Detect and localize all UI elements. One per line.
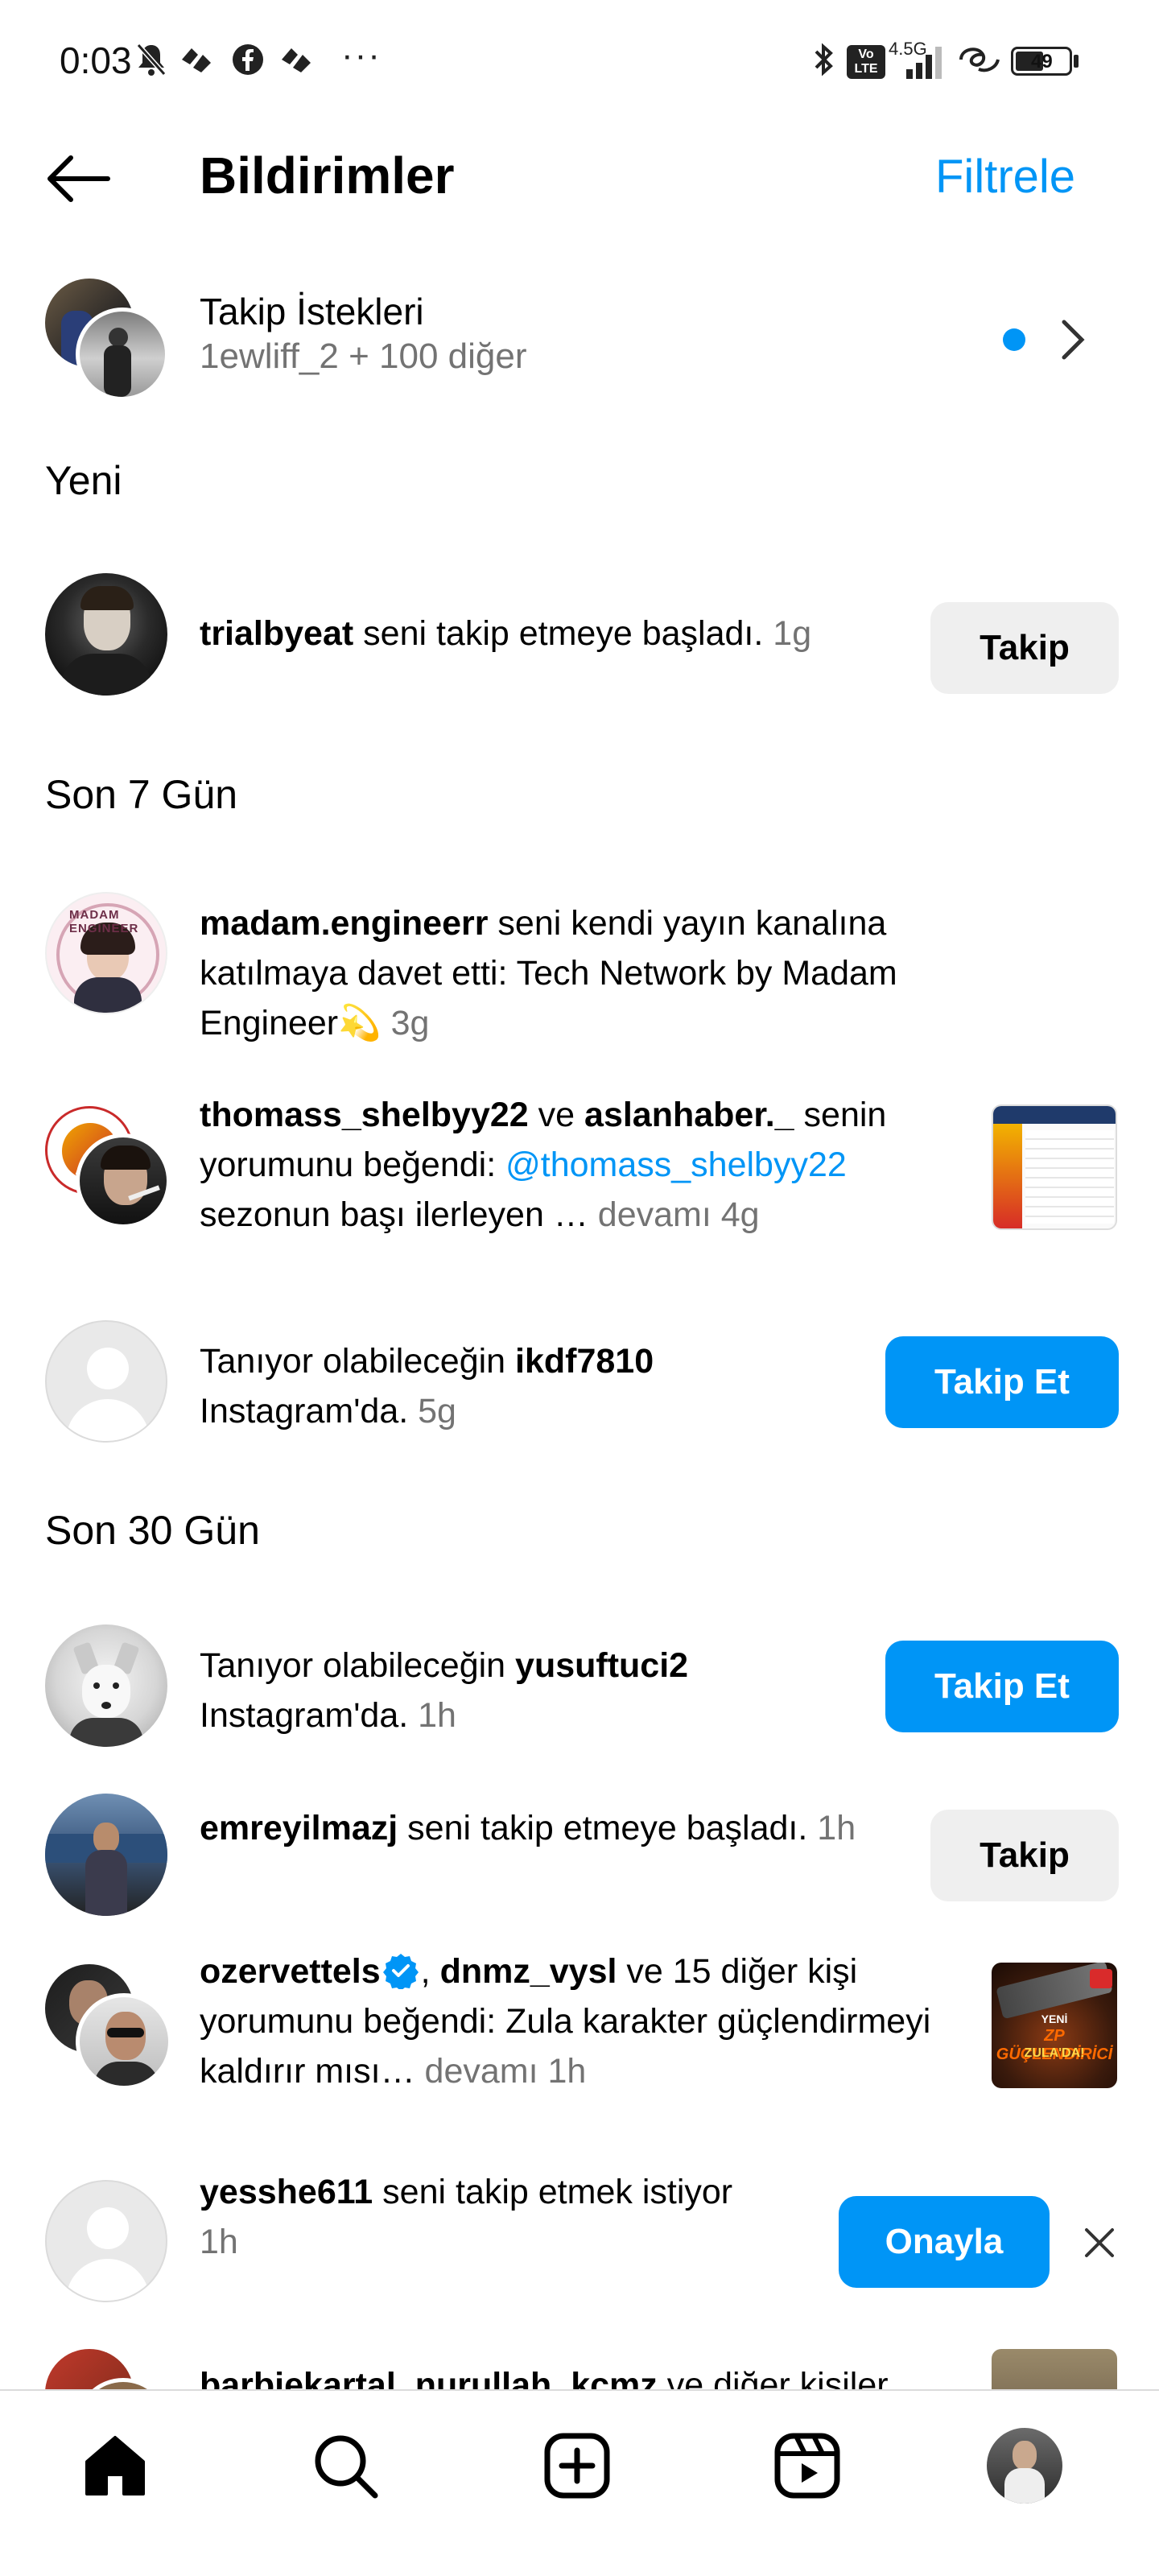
unread-dot (1003, 328, 1025, 351)
avatar-placeholder[interactable] (45, 2180, 167, 2302)
username[interactable]: yusuftuci2 (515, 1646, 688, 1685)
post-thumbnail[interactable] (992, 2349, 1117, 2389)
close-icon[interactable] (1083, 2227, 1116, 2259)
avatar-front[interactable] (76, 1133, 171, 1228)
post-thumbnail[interactable]: YENİ ZP GÜÇLENDİRİCİ ZULA'DA! (992, 1963, 1117, 2088)
notification-text: yesshe611 seni takip etmek istiyor 1h (200, 2167, 747, 2267)
notification-text: trialbyeat seni takip etmeye başladı. 1g (200, 609, 908, 658)
follow-requests-subtitle: 1ewliff_2 + 100 diğer (200, 336, 527, 376)
separator: , (420, 1952, 440, 1991)
section-header-new: Yeni (45, 458, 122, 503)
battery-icon: 49 (1011, 47, 1072, 76)
section-header-last-30-days: Son 30 Gün (45, 1508, 260, 1553)
notification-text: barbiekartal, nurullah_kcmz ve diğer kiş… (200, 2360, 948, 2389)
notification-message: seni takip etmeye başladı. (353, 614, 764, 653)
username[interactable]: ikdf7810 (515, 1342, 654, 1381)
avatar-front[interactable] (76, 1993, 172, 2090)
timestamp: 1h (538, 2052, 587, 2091)
approve-button[interactable]: Onayla (839, 2196, 1050, 2288)
post-thumbnail[interactable] (992, 1104, 1117, 1230)
separator: , (395, 2366, 415, 2389)
bottom-navigation (0, 2389, 1159, 2576)
timestamp: 4g (711, 1195, 760, 1234)
more-link[interactable]: devamı (598, 1195, 711, 1234)
notification-message: Instagram'da. (200, 1696, 409, 1735)
battery-level: 49 (1031, 51, 1053, 72)
thumbnail-text: YENİ (1041, 2013, 1068, 2025)
verified-badge-icon (382, 1954, 419, 1991)
signal-icon (906, 47, 942, 79)
avatar[interactable] (45, 1624, 167, 1747)
back-arrow-icon[interactable] (43, 153, 111, 204)
bluetooth-icon (815, 43, 833, 76)
profile-avatar[interactable] (987, 2428, 1062, 2504)
notification-text: ozervettels, dnmz_vysl ve 15 diğer kişi … (200, 1946, 940, 2096)
facebook-icon (233, 44, 263, 75)
partial-notification-row: barbiekartal, nurullah_kcmz ve diğer kiş… (0, 2343, 1159, 2389)
username[interactable]: dnmz_vysl (440, 1952, 617, 1991)
page-title: Bildirimler (200, 147, 455, 204)
chevron-right-icon (1062, 320, 1085, 360)
notification-message: ve diğer kişiler (657, 2366, 889, 2389)
battery-tip (1074, 55, 1079, 68)
follow-requests-row[interactable]: Takip İstekleri 1ewliff_2 + 100 diğer (0, 266, 1159, 411)
notification-text: Tanıyor olabileceğin ikdf7810 Instagram'… (200, 1336, 868, 1436)
notification-text: thomass_shelbyy22 ve aslanhaber._ senin … (200, 1090, 948, 1240)
follow-button[interactable]: Takip Et (885, 1641, 1119, 1732)
more-link[interactable]: devamı (425, 2052, 538, 2091)
avatar[interactable] (45, 1794, 167, 1916)
username[interactable]: madam.engineerr (200, 904, 488, 943)
timestamp: 1h (200, 2223, 238, 2261)
comment-excerpt: sezonun başı ilerleyen … (200, 1195, 598, 1234)
avatar[interactable] (45, 573, 167, 696)
notification-text: emreyilmazj seni takip etmeye başladı. 1… (200, 1803, 908, 1853)
notification-message: seni takip etmeye başladı. (398, 1809, 808, 1847)
status-bar: 0:03 ··· Vo LTE 4.5G 49 (0, 0, 1159, 121)
notification-text: madam.engineerr seni kendi yayın kanalın… (200, 898, 1013, 1048)
notification-message: Tanıyor olabileceğin (200, 1342, 516, 1381)
conjunction: ve (528, 1096, 585, 1134)
status-time: 0:03 (60, 39, 132, 81)
username[interactable]: aslanhaber._ (584, 1096, 794, 1134)
create-icon[interactable] (542, 2431, 612, 2500)
timestamp: 1h (807, 1809, 856, 1847)
username[interactable]: thomass_shelbyy22 (200, 1096, 529, 1134)
username[interactable]: yesshe611 (200, 2173, 373, 2211)
username[interactable]: ozervettels (200, 1952, 381, 1991)
notification-text: Tanıyor olabileceğin yusuftuci2 Instagra… (200, 1641, 868, 1740)
home-icon[interactable] (80, 2431, 150, 2500)
notification-message: Tanıyor olabileceğin (200, 1646, 516, 1685)
section-header-last-7-days: Son 7 Gün (45, 772, 238, 817)
more-notifications: ··· (341, 35, 382, 75)
filter-button[interactable]: Filtrele (935, 147, 1075, 208)
follow-request-avatar-front (76, 308, 169, 401)
search-icon[interactable] (311, 2431, 380, 2500)
timestamp: 1h (408, 1696, 456, 1735)
username[interactable]: nurullah_kcmz (415, 2366, 658, 2389)
mute-bell-icon (136, 43, 167, 76)
app-notification-icon (282, 48, 311, 72)
username[interactable]: emreyilmazj (200, 1809, 398, 1847)
wifi-calling-icon (959, 47, 1000, 72)
timestamp: 3g (381, 1004, 430, 1042)
avatar-logo-text: MADAM ENGINEER (69, 908, 139, 935)
username[interactable]: trialbyeat (200, 614, 353, 653)
avatar[interactable]: MADAM ENGINEER (45, 892, 167, 1014)
timestamp: 5g (408, 1392, 456, 1430)
timestamp: 1g (763, 614, 812, 653)
follow-requests-title: Takip İstekleri (200, 291, 424, 332)
mention-link[interactable]: @thomass_shelbyy22 (505, 1146, 847, 1184)
following-button[interactable]: Takip (930, 602, 1119, 694)
reels-icon[interactable] (773, 2431, 842, 2500)
app-notification-icon (182, 48, 211, 72)
following-button[interactable]: Takip (930, 1810, 1119, 1901)
username[interactable]: barbiekartal (200, 2366, 396, 2389)
thumbnail-text: ZULA'DA! (1024, 2046, 1085, 2060)
follow-button[interactable]: Takip Et (885, 1336, 1119, 1428)
notification-message: Instagram'da. (200, 1392, 409, 1430)
avatar-placeholder[interactable] (45, 1320, 167, 1443)
notification-message: seni takip etmek istiyor (373, 2173, 733, 2211)
volte-icon: Vo LTE (847, 45, 885, 79)
